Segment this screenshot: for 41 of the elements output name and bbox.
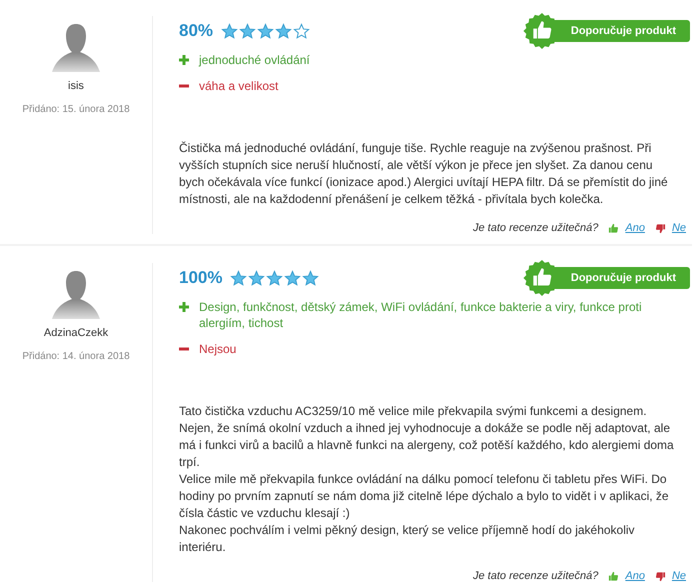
helpful-question: Je tato recenze užitečná?: [473, 222, 598, 234]
cons-text: Nejsou: [199, 341, 236, 357]
recommend-badge: Doporučuje produkt: [522, 259, 690, 297]
star-icon: [293, 22, 310, 40]
star-icon: [239, 22, 256, 40]
thumbs-down-icon[interactable]: [654, 222, 666, 234]
thumbs-up-icon[interactable]: [608, 570, 620, 582]
cons-text: váha a velikost: [199, 78, 278, 94]
pros-text: Design, funkčnost, dětský zámek, WiFi ovládání, funkce bakterie a viry, funkce proti alergiím, tichost: [199, 299, 643, 331]
author-name: isis: [68, 80, 84, 92]
star-icon: [284, 270, 302, 286]
star-icon: [275, 22, 292, 40]
rating-percent: 80%: [179, 21, 214, 41]
yes-link[interactable]: Ano: [625, 222, 645, 234]
star-icon: [248, 270, 266, 286]
author-name: AdzinaCzekk: [44, 327, 108, 339]
plus-icon: [179, 55, 189, 65]
no-link[interactable]: Ne: [672, 222, 686, 234]
review-text: Nejen, že snímá okolní vzduch a ihned jej vyhodnocuje a dokáže se podle něj adaptovat, ale má i funkci virů a bacilů a hlavně funkci na alergeny, což potěší každého, kdo alergiemi doma trpí.: [179, 420, 674, 471]
thumbs-down-icon[interactable]: [654, 570, 666, 582]
review-text: Nakonec pochválím i velmi pěkný design, který se velice příjemně hodí do jakéhokoliv interiéru.: [179, 522, 636, 556]
star-icon: [257, 22, 274, 40]
review-text: Velice mile mě překvapila funkce ovládání na dálku pomocí telefonu či tabletu přes WiFi. Do hodiny po prvním zapnutí se nám doma již citelně lépe dýchalo a bylo to vidět i v aplikaci, že čísla částic ve vzduchu klesají :): [179, 471, 670, 522]
avatar-icon: [51, 269, 101, 321]
pros-text: jednoduché ovládání: [199, 52, 310, 68]
avatar-icon: [51, 22, 101, 74]
review-date: Přidáno: 15. února 2018: [22, 104, 130, 115]
no-link[interactable]: Ne: [672, 570, 686, 582]
recommend-badge: Doporučuje produkt: [522, 12, 690, 50]
review-text: Čistička má jednoduché ovládání, funguje tiše. Rychle reaguje na zvýšenou prašnost. Při vyšších stupních sice neruší hlučností, ale větší výkon je přece jen slyšet. Za danou cenu bych očekávala více funkcí (ionizace apod.) Alergici uvítají HEPA filtr. Dá se přemístit do jiné místnosti, ale na každodenní přenášení je celkem těžká - přivítala bych kolečka.: [179, 140, 669, 208]
plus-icon: [179, 302, 189, 312]
star-icon: [266, 270, 284, 286]
review-text: Tato čistička vzduchu AC3259/10 mě velice mile překvapila svými funkcemi a designem.: [179, 403, 648, 420]
rating-percent: 100%: [179, 268, 222, 288]
thumbs-up-icon[interactable]: [608, 222, 620, 234]
review-date: Přidáno: 14. února 2018: [22, 351, 130, 362]
star-icon: [230, 270, 248, 286]
star-icon: [302, 270, 320, 286]
helpful-question: Je tato recenze užitečná?: [473, 570, 598, 582]
yes-link[interactable]: Ano: [625, 570, 645, 582]
star-icon: [221, 22, 238, 40]
